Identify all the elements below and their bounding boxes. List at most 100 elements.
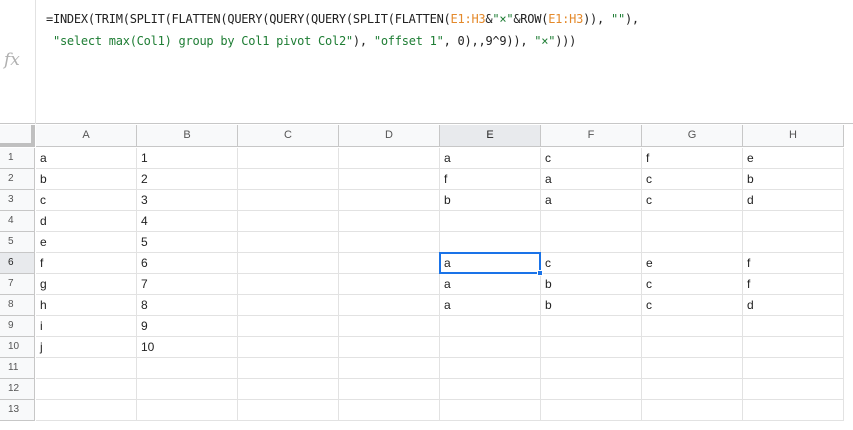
row-header-8[interactable]: 8	[0, 295, 35, 316]
column-header-f[interactable]: F	[541, 125, 642, 147]
cell-f9[interactable]	[541, 316, 642, 337]
cell-b2[interactable]: 2	[137, 169, 238, 190]
column-header-c[interactable]: C	[238, 125, 339, 147]
cell-b13[interactable]	[137, 400, 238, 421]
cell-g1[interactable]: f	[642, 148, 743, 169]
cell-h11[interactable]	[743, 358, 844, 379]
cell-a12[interactable]	[36, 379, 137, 400]
cell-g9[interactable]	[642, 316, 743, 337]
cell-h1[interactable]: e	[743, 148, 844, 169]
cell-d11[interactable]	[339, 358, 440, 379]
cell-c3[interactable]	[238, 190, 339, 211]
cell-c4[interactable]	[238, 211, 339, 232]
cell-b12[interactable]	[137, 379, 238, 400]
cell-f3[interactable]: a	[541, 190, 642, 211]
cell-b9[interactable]: 9	[137, 316, 238, 337]
cell-f13[interactable]	[541, 400, 642, 421]
column-header-g[interactable]: G	[642, 125, 743, 147]
cell-f1[interactable]: c	[541, 148, 642, 169]
fill-handle[interactable]	[537, 270, 543, 276]
cell-d4[interactable]	[339, 211, 440, 232]
cell-b6[interactable]: 6	[137, 253, 238, 274]
row-header-13[interactable]: 13	[0, 400, 35, 421]
row-header-3[interactable]: 3	[0, 190, 35, 211]
cell-a8[interactable]: h	[36, 295, 137, 316]
cell-b8[interactable]: 8	[137, 295, 238, 316]
cell-h2[interactable]: b	[743, 169, 844, 190]
column-header-h[interactable]: H	[743, 125, 844, 147]
cell-e1[interactable]: a	[440, 148, 541, 169]
cell-d5[interactable]	[339, 232, 440, 253]
cell-a5[interactable]: e	[36, 232, 137, 253]
cell-g6[interactable]: e	[642, 253, 743, 274]
cell-d13[interactable]	[339, 400, 440, 421]
cell-d8[interactable]	[339, 295, 440, 316]
cell-g8[interactable]: c	[642, 295, 743, 316]
cell-e2[interactable]: f	[440, 169, 541, 190]
cell-f10[interactable]	[541, 337, 642, 358]
cell-c2[interactable]	[238, 169, 339, 190]
cell-a11[interactable]	[36, 358, 137, 379]
cell-c7[interactable]	[238, 274, 339, 295]
cell-a9[interactable]: i	[36, 316, 137, 337]
cell-c1[interactable]	[238, 148, 339, 169]
row-header-9[interactable]: 9	[0, 316, 35, 337]
cell-a7[interactable]: g	[36, 274, 137, 295]
cell-c12[interactable]	[238, 379, 339, 400]
cell-e10[interactable]	[440, 337, 541, 358]
row-header-5[interactable]: 5	[0, 232, 35, 253]
cell-g2[interactable]: c	[642, 169, 743, 190]
cell-b1[interactable]: 1	[137, 148, 238, 169]
row-header-7[interactable]: 7	[0, 274, 35, 295]
cell-f8[interactable]: b	[541, 295, 642, 316]
cell-d10[interactable]	[339, 337, 440, 358]
cell-g5[interactable]	[642, 232, 743, 253]
cell-f5[interactable]	[541, 232, 642, 253]
column-header-b[interactable]: B	[137, 125, 238, 147]
row-header-10[interactable]: 10	[0, 337, 35, 358]
cell-d6[interactable]	[339, 253, 440, 274]
cell-h6[interactable]: f	[743, 253, 844, 274]
cell-b7[interactable]: 7	[137, 274, 238, 295]
cell-h12[interactable]	[743, 379, 844, 400]
row-header-2[interactable]: 2	[0, 169, 35, 190]
cell-d7[interactable]	[339, 274, 440, 295]
cell-f11[interactable]	[541, 358, 642, 379]
cell-c8[interactable]	[238, 295, 339, 316]
cell-g11[interactable]	[642, 358, 743, 379]
cell-g13[interactable]	[642, 400, 743, 421]
select-all-corner[interactable]	[0, 125, 35, 147]
cell-g12[interactable]	[642, 379, 743, 400]
column-header-a[interactable]: A	[36, 125, 137, 147]
cell-e6[interactable]: a	[440, 253, 541, 274]
cell-a6[interactable]: f	[36, 253, 137, 274]
cell-b4[interactable]: 4	[137, 211, 238, 232]
row-header-11[interactable]: 11	[0, 358, 35, 379]
cell-e7[interactable]: a	[440, 274, 541, 295]
cell-e13[interactable]	[440, 400, 541, 421]
cell-a1[interactable]: a	[36, 148, 137, 169]
cell-a4[interactable]: d	[36, 211, 137, 232]
cell-f6[interactable]: c	[541, 253, 642, 274]
cell-d12[interactable]	[339, 379, 440, 400]
cell-h7[interactable]: f	[743, 274, 844, 295]
cell-g3[interactable]: c	[642, 190, 743, 211]
cell-c9[interactable]	[238, 316, 339, 337]
cell-c6[interactable]	[238, 253, 339, 274]
cell-b10[interactable]: 10	[137, 337, 238, 358]
cell-f4[interactable]	[541, 211, 642, 232]
cell-b3[interactable]: 3	[137, 190, 238, 211]
cell-c10[interactable]	[238, 337, 339, 358]
cell-e9[interactable]	[440, 316, 541, 337]
cell-e4[interactable]	[440, 211, 541, 232]
cell-d3[interactable]	[339, 190, 440, 211]
cell-e12[interactable]	[440, 379, 541, 400]
column-header-e[interactable]: E	[440, 125, 541, 147]
cell-h9[interactable]	[743, 316, 844, 337]
cell-e5[interactable]	[440, 232, 541, 253]
cell-b5[interactable]: 5	[137, 232, 238, 253]
cell-h3[interactable]: d	[743, 190, 844, 211]
row-header-12[interactable]: 12	[0, 379, 35, 400]
cell-h5[interactable]	[743, 232, 844, 253]
cell-a13[interactable]	[36, 400, 137, 421]
